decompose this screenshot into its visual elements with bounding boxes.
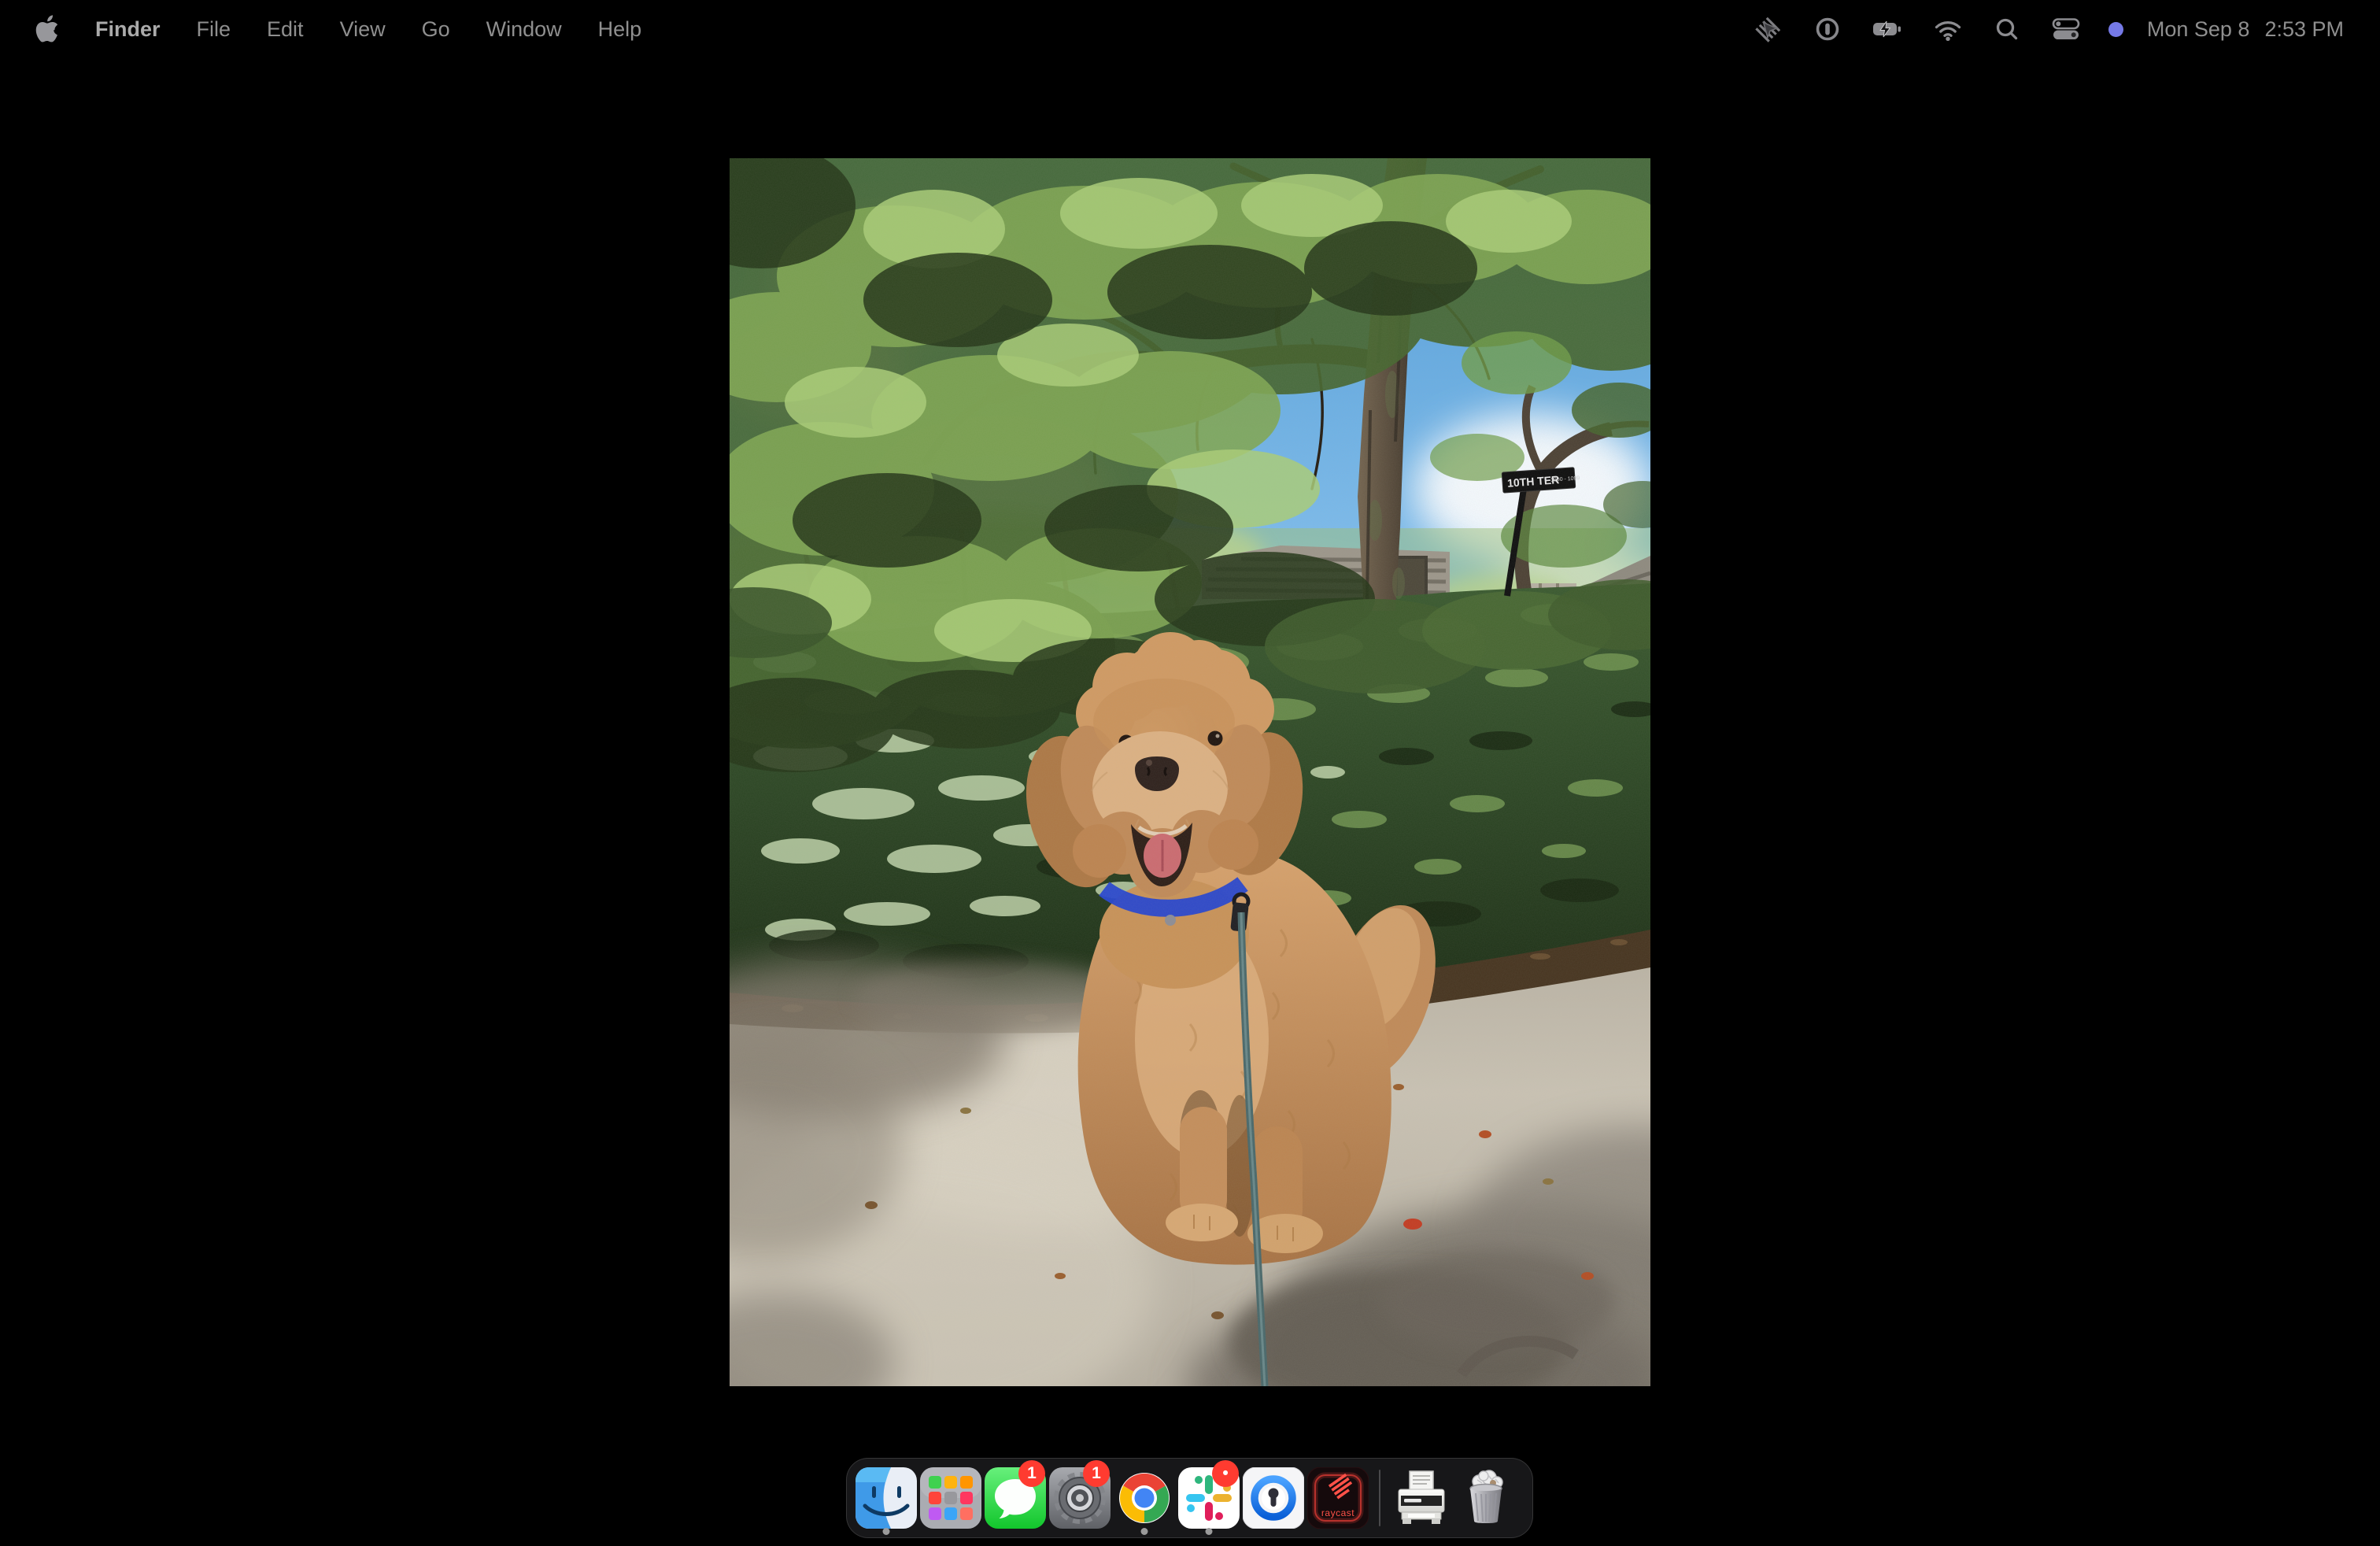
apple-icon [35,13,61,46]
dock-item-finder[interactable] [854,1459,918,1537]
status-area: Mon Sep 8 2:53 PM [1739,0,2344,58]
launchpad-icon [920,1467,981,1529]
dock-item-1password[interactable] [1241,1459,1306,1537]
clock-time: 2:53 PM [2264,17,2344,42]
app-menus: Finder File Edit View Go Window Help [31,0,660,58]
notification-badge: 1 [1018,1460,1045,1487]
onepassword-icon [1243,1467,1304,1529]
clock-date: Mon Sep 8 [2147,17,2250,42]
dog-park-photo: 10TH TER 1000 - 1099 [730,158,1650,1386]
onepassword-menu-icon[interactable] [1798,0,1857,58]
control-center-icon[interactable] [2036,0,2096,58]
dock-divider [1379,1470,1380,1526]
notification-badge: 1 [1083,1460,1110,1487]
chrome-icon [1114,1467,1175,1529]
printer-icon [1391,1467,1452,1529]
running-indicator [883,1528,890,1535]
dock-item-messages[interactable]: 1 [983,1459,1048,1537]
focus-indicator-dot[interactable] [2108,22,2123,37]
running-indicator [1206,1528,1213,1535]
dock-item-slack[interactable]: • [1177,1459,1241,1537]
spotlight-search-icon[interactable] [1978,0,2036,58]
raycast-wordmark: raycast [1321,1507,1354,1518]
dock-item-raycast[interactable]: raycast [1306,1459,1370,1537]
menu-bar: Finder File Edit View Go Window Help [0,0,2380,58]
trash-full-icon [1455,1467,1517,1529]
menu-view[interactable]: View [322,0,404,58]
dock-item-chrome[interactable] [1112,1459,1177,1537]
menu-go[interactable]: Go [404,0,468,58]
dock-item-settings[interactable]: 1 [1048,1459,1112,1537]
menu-clock[interactable]: Mon Sep 8 2:53 PM [2147,17,2344,42]
dock: 1 1 [846,1458,1533,1538]
finder-icon [856,1467,917,1529]
menu-window[interactable]: Window [468,0,580,58]
battery-charging-icon[interactable] [1857,0,1918,58]
apple-menu[interactable] [31,13,77,46]
dock-item-printer[interactable] [1389,1459,1454,1537]
photo-viewer: 10TH TER 1000 - 1099 [730,158,1650,1386]
raycast-icon: raycast [1307,1467,1369,1529]
menu-edit[interactable]: Edit [249,0,322,58]
wifi-icon[interactable] [1918,0,1978,58]
dock-item-trash[interactable] [1454,1459,1518,1537]
dock-item-launchpad[interactable] [918,1459,983,1537]
menu-file[interactable]: File [179,0,249,58]
notification-badge: • [1212,1460,1239,1487]
menu-help[interactable]: Help [580,0,660,58]
pointer-stripes-icon[interactable] [1739,0,1798,58]
menu-finder[interactable]: Finder [77,0,179,58]
running-indicator [1141,1528,1148,1535]
